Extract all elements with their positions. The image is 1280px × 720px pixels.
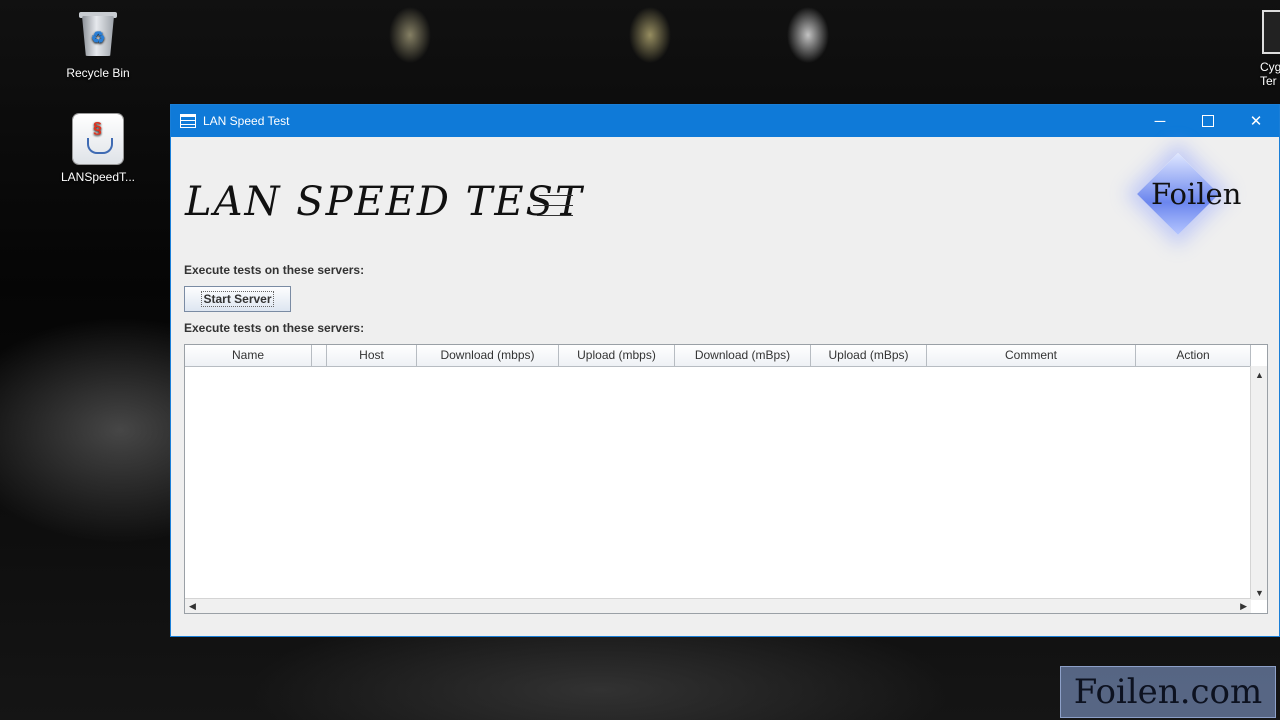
column-header-name[interactable]: Name [185, 345, 312, 366]
desktop-icon-label-line2: Ter [1260, 74, 1277, 88]
terminal-icon [1262, 10, 1280, 54]
heading-lines-decoration [533, 191, 573, 219]
desktop-icon-label: Recycle Bin [66, 66, 130, 80]
column-header-download-mBps[interactable]: Download (mBps) [675, 345, 811, 366]
column-header-blank[interactable] [312, 345, 327, 366]
vertical-scrollbar[interactable]: ▲ ▼ [1250, 366, 1267, 600]
window-title: LAN Speed Test [203, 114, 290, 128]
scroll-up-icon[interactable]: ▲ [1255, 370, 1264, 380]
minimize-icon: ─ [1154, 112, 1166, 130]
lan-speed-test-window: LAN Speed Test ─ ✕ LAN SPEED TEST Foilen… [170, 104, 1280, 637]
foilen-logo: Foilen [1131, 152, 1251, 245]
servers-label-top: Execute tests on these servers: [184, 263, 365, 277]
recycle-bin-icon: ♻ [73, 10, 123, 60]
close-icon: ✕ [1249, 113, 1263, 130]
minimize-button[interactable]: ─ [1137, 105, 1183, 137]
maximize-button[interactable] [1185, 105, 1231, 137]
column-header-action[interactable]: Action [1136, 345, 1251, 366]
column-header-download-mbps[interactable]: Download (mbps) [417, 345, 559, 366]
java-icon: § [73, 114, 123, 164]
column-header-upload-mbps[interactable]: Upload (mbps) [559, 345, 675, 366]
app-menu-icon[interactable] [180, 114, 196, 128]
horizontal-scrollbar[interactable]: ◀ ▶ [185, 598, 1251, 613]
window-titlebar[interactable]: LAN Speed Test ─ ✕ [171, 105, 1279, 137]
logo-text: Foilen [1151, 177, 1242, 211]
desktop-icon-recycle-bin[interactable]: ♻ Recycle Bin [53, 10, 143, 80]
column-header-comment[interactable]: Comment [927, 345, 1136, 366]
servers-label-table: Execute tests on these servers: [184, 321, 365, 335]
app-heading: LAN SPEED TEST [185, 179, 584, 225]
scroll-right-icon[interactable]: ▶ [1240, 601, 1247, 611]
servers-table[interactable]: Name Host Download (mbps) Upload (mbps) … [184, 344, 1268, 614]
scroll-left-icon[interactable]: ◀ [189, 601, 196, 611]
column-header-upload-mBps[interactable]: Upload (mBps) [811, 345, 927, 366]
close-button[interactable]: ✕ [1233, 105, 1279, 137]
start-server-label: Start Server [201, 291, 274, 307]
desktop-icon-cygwin-terminal[interactable]: Cyg Ter [1252, 10, 1280, 88]
desktop-icon-label: LANSpeedT... [60, 170, 136, 184]
desktop-icon-label-line1: Cyg [1260, 60, 1280, 74]
table-header: Name Host Download (mbps) Upload (mbps) … [185, 345, 1251, 367]
foilen-watermark: Foilen.com [1060, 666, 1276, 718]
maximize-icon [1202, 115, 1214, 127]
column-header-host[interactable]: Host [327, 345, 417, 366]
scroll-down-icon[interactable]: ▼ [1255, 588, 1264, 598]
desktop-icon-lanspeedtest[interactable]: § LANSpeedT... [53, 114, 143, 184]
start-server-button[interactable]: Start Server [184, 286, 291, 312]
